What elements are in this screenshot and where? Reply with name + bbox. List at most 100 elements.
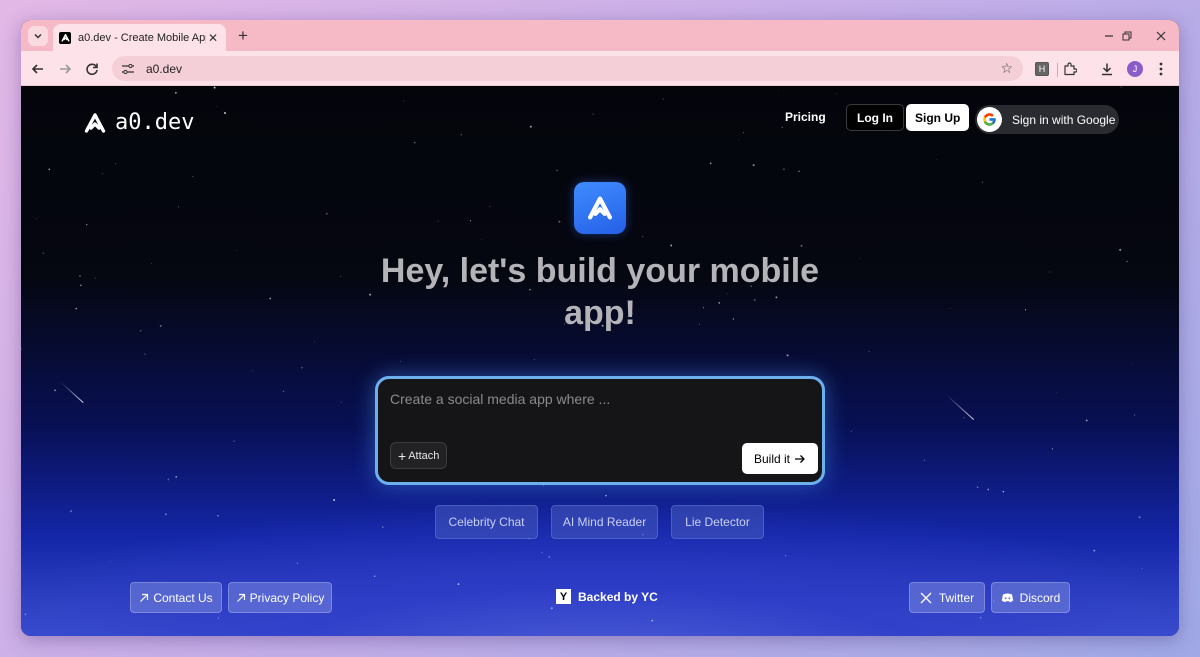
star-dot (164, 513, 167, 516)
favicon-icon (59, 31, 71, 44)
star-dot (781, 126, 783, 129)
star-dot (296, 562, 299, 565)
star-dot (94, 277, 96, 279)
reload-button[interactable] (81, 58, 103, 80)
restore-button[interactable] (1109, 20, 1145, 51)
prompt-box: + Attach Build it (375, 376, 825, 485)
star-dot (963, 416, 965, 419)
star-dot (325, 212, 328, 215)
chevron-down-icon (34, 33, 42, 39)
close-window-icon (1156, 31, 1166, 40)
star-dot (79, 275, 81, 277)
star-dot (709, 162, 712, 165)
star-dot (86, 224, 88, 226)
close-window-button[interactable] (1143, 20, 1179, 51)
star-dot (21, 348, 22, 350)
star-dot (102, 172, 104, 174)
twitter-link[interactable]: Twitter (909, 582, 985, 613)
yc-logo-icon: Y (556, 589, 571, 604)
menu-icon (1159, 62, 1163, 76)
star-dot (800, 244, 803, 247)
contact-us-label: Contact Us (153, 590, 213, 605)
star-dot (269, 297, 272, 300)
star-dot (192, 175, 194, 177)
extension-h-button[interactable]: H (1032, 59, 1052, 79)
star-dot (252, 370, 254, 372)
star-dot (144, 353, 146, 355)
contact-us-link[interactable]: Contact Us (130, 582, 222, 613)
star-dot (469, 220, 472, 222)
star-dot (1051, 448, 1053, 450)
site-settings-icon[interactable] (120, 61, 136, 77)
star-dot (541, 551, 543, 554)
star-dot (1024, 309, 1027, 311)
star-dot (69, 510, 73, 513)
menu-button[interactable] (1151, 59, 1171, 79)
attach-label: Attach (408, 449, 440, 462)
build-button[interactable]: Build it (742, 443, 819, 474)
profile-button[interactable]: J (1125, 59, 1145, 79)
extension-h-icon: H (1035, 62, 1049, 76)
arrow-right-icon (795, 454, 805, 463)
suggestion-chip[interactable]: Lie Detector (671, 505, 764, 539)
hero-headline: Hey, let's build your mobile app! (380, 252, 820, 332)
close-icon[interactable]: ✕ (206, 31, 220, 45)
star-dot (783, 168, 785, 171)
star-dot (489, 205, 491, 208)
star-dot (868, 351, 870, 353)
star-dot (1085, 419, 1088, 422)
discord-icon (1001, 593, 1013, 602)
nav-pricing-link[interactable]: Pricing (785, 110, 826, 124)
star-dot (373, 575, 376, 577)
google-icon (977, 107, 1002, 132)
discord-link[interactable]: Discord (991, 582, 1070, 613)
star-dot (860, 258, 861, 260)
suggestion-chip[interactable]: Celebrity Chat (435, 505, 538, 539)
star-dot (340, 275, 342, 277)
star-dot (403, 100, 405, 102)
shooting-star (946, 395, 975, 420)
star-dot (850, 430, 852, 432)
shooting-star (60, 382, 84, 403)
star-dot (282, 390, 285, 393)
star-dot (217, 617, 219, 619)
address-bar[interactable]: a0.dev ☆ (112, 56, 1023, 81)
tab-strip: a0.dev - Create Mobile Apps wi ✕ + (21, 20, 1179, 51)
privacy-policy-link[interactable]: Privacy Policy (228, 582, 332, 613)
star-dot (333, 499, 336, 501)
star-dot (1138, 516, 1141, 519)
star-dot (110, 561, 111, 563)
star-dot (413, 141, 416, 144)
attach-button[interactable]: + Attach (390, 442, 448, 469)
star-dot (592, 113, 594, 115)
star-dot (558, 220, 561, 223)
extensions-button[interactable] (1060, 59, 1080, 79)
tab-search-button[interactable] (28, 26, 48, 46)
star-dot (175, 476, 177, 478)
browser-toolbar: a0.dev ☆ H J (21, 51, 1179, 86)
star-dot (215, 105, 217, 107)
star-icon[interactable]: ☆ (1000, 60, 1013, 77)
login-button[interactable]: Log In (846, 104, 904, 131)
download-button[interactable] (1097, 59, 1117, 79)
star-dot (236, 249, 238, 251)
star-dot (950, 308, 951, 309)
star-dot (1049, 271, 1051, 273)
google-signin-button[interactable]: Sign in with Google (975, 105, 1119, 134)
forward-button[interactable] (54, 58, 76, 80)
star-dot (836, 93, 838, 95)
new-tab-button[interactable]: + (233, 26, 253, 46)
brand[interactable]: a0.dev (83, 110, 194, 135)
star-dot (798, 170, 800, 173)
back-button[interactable] (27, 58, 49, 80)
star-dot (24, 613, 27, 616)
build-label: Build it (754, 451, 791, 466)
signup-button[interactable]: Sign Up (906, 104, 970, 131)
avatar: J (1127, 61, 1143, 77)
suggestion-chip[interactable]: AI Mind Reader (551, 505, 658, 539)
star-dot (437, 220, 439, 222)
prompt-input[interactable] (390, 391, 810, 407)
tab-a0dev[interactable]: a0.dev - Create Mobile Apps wi ✕ (53, 24, 226, 51)
star-dot (987, 488, 990, 491)
star-dot (151, 262, 152, 264)
